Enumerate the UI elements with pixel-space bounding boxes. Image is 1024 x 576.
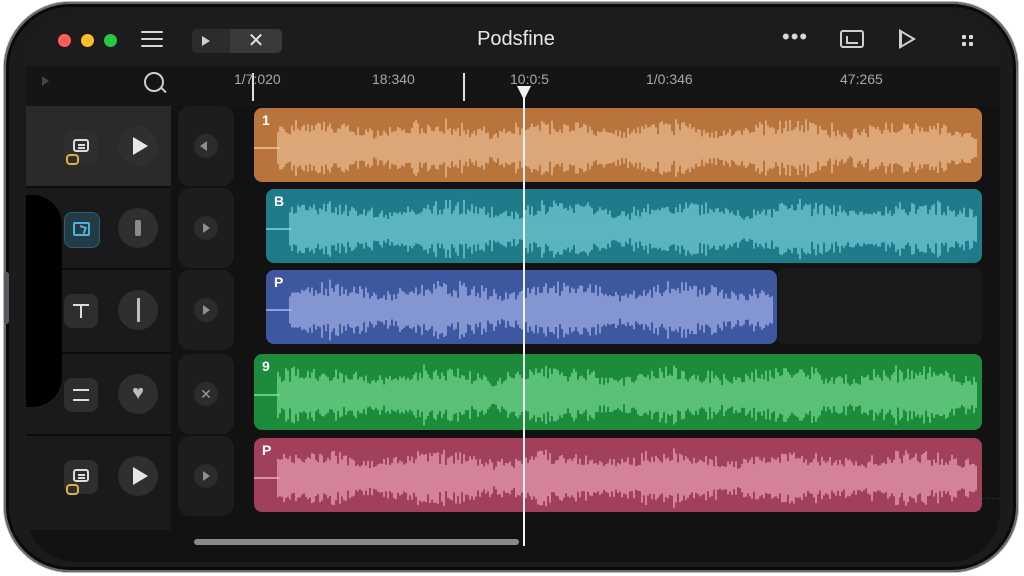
waveform-path: [289, 199, 977, 259]
stop-icon: [135, 220, 141, 236]
title-bar: ✕ Podsfine •••: [26, 14, 1000, 66]
waveform: [266, 279, 773, 341]
grid-icon[interactable]: [962, 35, 974, 47]
audio-region-5[interactable]: P: [254, 438, 982, 512]
ruler-tick: [463, 73, 465, 101]
play-icon[interactable]: [202, 36, 210, 46]
device-frame: ✕ Podsfine ••• 1/7:020 18:340 10:0:5 1/0…: [4, 2, 1018, 572]
track-pause-button[interactable]: [118, 290, 158, 330]
audio-region-3[interactable]: P: [266, 270, 777, 344]
region-label: B: [274, 193, 285, 209]
track-play-button[interactable]: [118, 126, 158, 166]
heart-icon: ♥: [132, 382, 144, 404]
horizontal-scrollbar[interactable]: [194, 539, 519, 545]
menu-icon[interactable]: [141, 31, 163, 49]
track-mute-button[interactable]: [178, 436, 234, 516]
waveform-path: [277, 118, 977, 178]
transport-segment: ✕: [192, 29, 282, 53]
close-icon: ✕: [200, 386, 212, 402]
empty-region-placeholder: [778, 268, 982, 344]
app-window: ✕ Podsfine ••• 1/7:020 18:340 10:0:5 1/0…: [26, 14, 1000, 562]
share-play-icon[interactable]: [899, 29, 916, 49]
playhead[interactable]: [523, 92, 525, 546]
audio-region-1[interactable]: 1: [254, 108, 982, 182]
track-stop-button[interactable]: [118, 208, 158, 248]
track-header-5[interactable]: [26, 436, 171, 516]
camera-notch: [26, 195, 62, 407]
app-title: Podsfine: [477, 28, 555, 50]
playhead-handle[interactable]: [517, 86, 531, 100]
audio-region-4[interactable]: 9: [254, 354, 982, 430]
play-icon: [133, 137, 148, 155]
chat-bubble-icon[interactable]: [64, 130, 98, 165]
waveform-path: [277, 448, 977, 508]
track-header-1[interactable]: [26, 106, 171, 186]
ruler-label: 1/0:346: [646, 71, 693, 87]
close-window-button[interactable]: [58, 34, 71, 47]
audio-region-2[interactable]: B: [266, 189, 982, 263]
close-transport-button[interactable]: ✕: [230, 29, 282, 53]
play-small-icon: [203, 471, 210, 481]
rewind-icon: [200, 141, 207, 151]
collapse-arrow-icon[interactable]: [42, 76, 49, 86]
waveform-path: [289, 279, 773, 341]
equalizer-icon[interactable]: [64, 378, 98, 412]
track-mute-button[interactable]: [178, 188, 234, 268]
waveform: [254, 364, 977, 426]
track-mute-button[interactable]: [178, 106, 234, 186]
minimize-window-button[interactable]: [81, 34, 94, 47]
track-mute-button[interactable]: [178, 270, 234, 350]
play-icon: [133, 467, 148, 485]
side-button: [4, 272, 9, 324]
timeline-ruler[interactable]: 1/7:020 18:340 10:0:5 1/0:346 47:265: [26, 66, 1000, 106]
search-icon[interactable]: [144, 72, 164, 92]
track-favorite-button[interactable]: ♥: [118, 374, 158, 414]
ruler-label: 10:0:5: [510, 71, 549, 87]
waveform: [254, 448, 977, 508]
region-label: P: [262, 442, 272, 458]
track-mute-column: ✕: [178, 106, 234, 530]
text-tool-icon[interactable]: [64, 294, 98, 328]
ruler-label: 18:340: [372, 71, 415, 87]
ruler-label: 1/7:020: [234, 71, 281, 87]
region-label: P: [274, 274, 284, 290]
monitor-icon[interactable]: [64, 212, 100, 248]
more-options-button[interactable]: •••: [782, 24, 808, 50]
zoom-window-button[interactable]: [104, 34, 117, 47]
chat-bubble-icon[interactable]: [64, 460, 98, 495]
ruler-label: 47:265: [840, 71, 883, 87]
pause-icon: [137, 298, 140, 322]
region-label: 1: [262, 112, 270, 128]
waveform-path: [277, 364, 977, 426]
track-play-button[interactable]: [118, 456, 158, 496]
play-small-icon: [203, 305, 210, 315]
play-small-icon: [203, 223, 210, 233]
track-mute-button[interactable]: ✕: [178, 354, 234, 434]
region-label: 9: [262, 358, 270, 374]
waveform: [266, 199, 977, 259]
waveform: [254, 118, 977, 178]
display-icon[interactable]: [840, 30, 864, 48]
